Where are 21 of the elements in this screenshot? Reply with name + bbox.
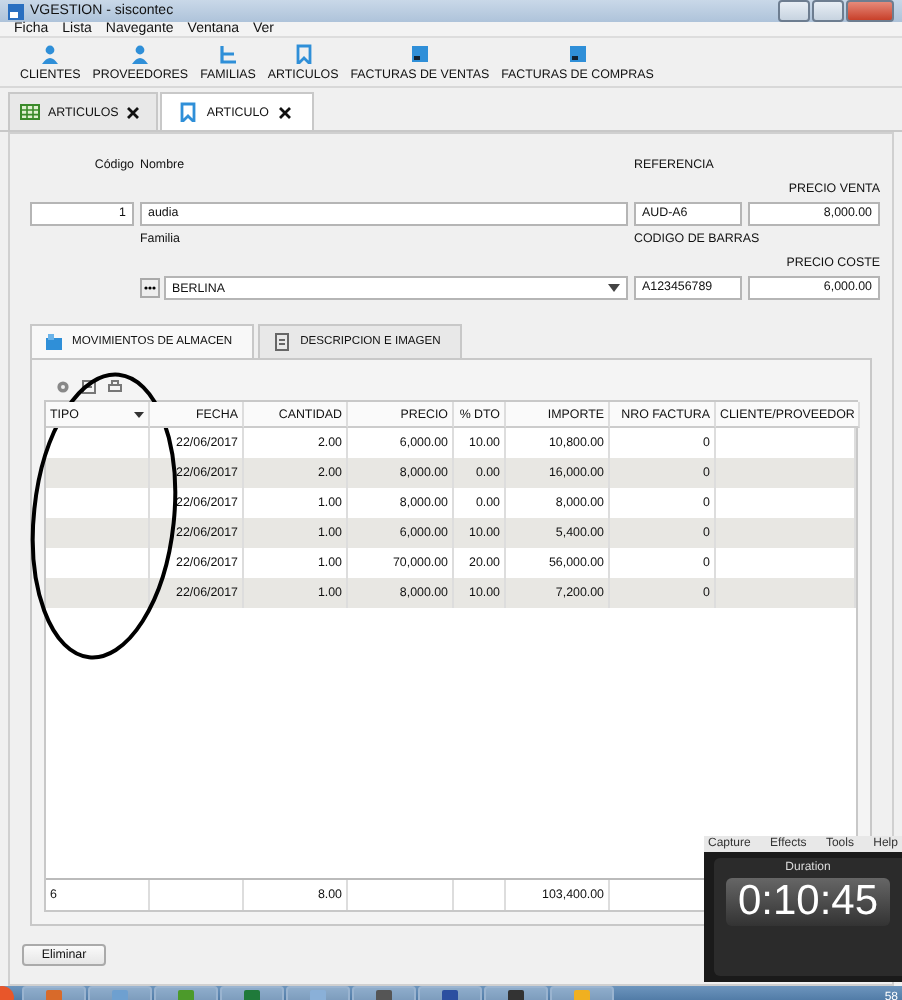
dropdown-arrow-icon — [608, 284, 620, 292]
tree-icon — [217, 44, 238, 64]
person-icon — [40, 44, 61, 64]
minimize-button[interactable] — [778, 0, 810, 22]
bookmark-icon — [178, 102, 199, 122]
close-icon — [277, 105, 291, 119]
document-icon — [567, 44, 588, 64]
document-icon — [82, 380, 96, 394]
close-button[interactable] — [846, 0, 894, 22]
sort-arrow-icon — [134, 411, 144, 417]
box-icon — [44, 332, 64, 352]
printer-icon — [108, 380, 122, 394]
person-icon — [130, 44, 151, 64]
maximize-button[interactable] — [812, 0, 844, 22]
gear-icon — [56, 380, 70, 394]
document-icon — [409, 44, 430, 64]
bookmark-icon — [293, 44, 314, 64]
close-icon — [126, 105, 141, 119]
timer-display: 0:10:45 — [725, 878, 891, 926]
page-icon — [272, 332, 293, 352]
table-icon — [20, 102, 40, 122]
